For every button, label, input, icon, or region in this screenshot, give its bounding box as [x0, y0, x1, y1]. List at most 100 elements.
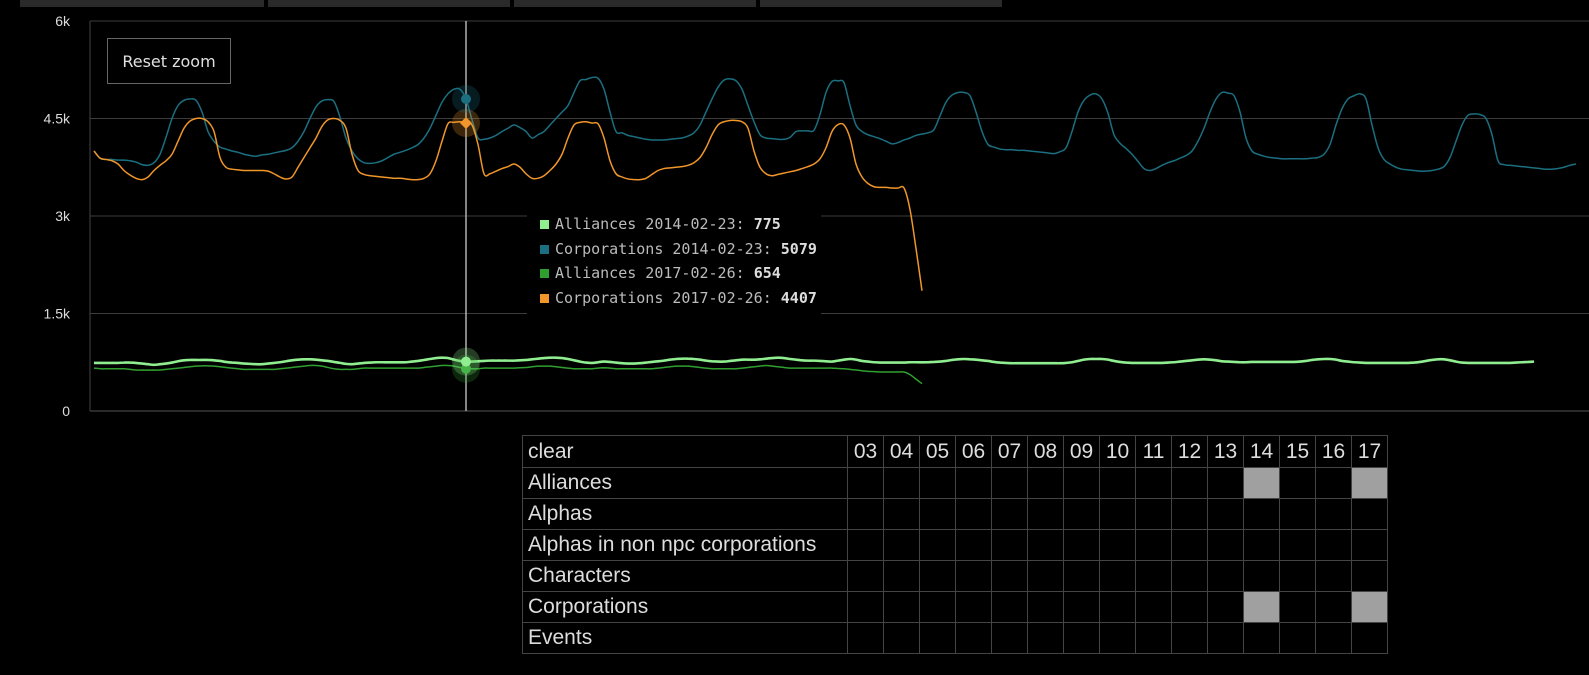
toggle-cell[interactable] — [1063, 622, 1100, 654]
toggle-cell[interactable] — [955, 467, 992, 499]
column-header-09[interactable]: 09 — [1063, 435, 1100, 468]
toggle-cell[interactable] — [1063, 498, 1100, 530]
toggle-cell[interactable] — [847, 591, 884, 623]
toggle-cell[interactable] — [955, 560, 992, 592]
toggle-cell[interactable] — [1135, 467, 1172, 499]
toggle-cell[interactable] — [919, 622, 956, 654]
toggle-cell[interactable] — [1279, 498, 1316, 530]
toggle-cell[interactable] — [1243, 622, 1280, 654]
toggle-cell[interactable] — [1351, 498, 1388, 530]
toggle-cell[interactable] — [1027, 498, 1064, 530]
toggle-cell[interactable] — [1243, 467, 1280, 499]
toggle-cell[interactable] — [1027, 560, 1064, 592]
column-header-08[interactable]: 08 — [1027, 435, 1064, 468]
toggle-cell[interactable] — [919, 498, 956, 530]
toggle-cell[interactable] — [991, 591, 1028, 623]
reset-zoom-button[interactable]: Reset zoom — [107, 38, 231, 84]
row-label[interactable]: Alphas in non npc corporations — [522, 529, 848, 561]
column-header-14[interactable]: 14 — [1243, 435, 1280, 468]
toggle-cell[interactable] — [883, 560, 920, 592]
toggle-cell[interactable] — [1027, 467, 1064, 499]
toggle-cell[interactable] — [1207, 622, 1244, 654]
row-label[interactable]: Alphas — [522, 498, 848, 530]
toggle-cell[interactable] — [991, 560, 1028, 592]
toggle-cell[interactable] — [1099, 467, 1136, 499]
toggle-cell[interactable] — [1171, 560, 1208, 592]
toggle-cell[interactable] — [883, 498, 920, 530]
column-header-05[interactable]: 05 — [919, 435, 956, 468]
toggle-cell[interactable] — [1135, 622, 1172, 654]
clear-button[interactable]: clear — [522, 435, 848, 468]
toggle-cell[interactable] — [1315, 622, 1352, 654]
toggle-cell[interactable] — [1243, 529, 1280, 561]
toggle-cell[interactable] — [883, 591, 920, 623]
toggle-cell[interactable] — [1243, 591, 1280, 623]
column-header-04[interactable]: 04 — [883, 435, 920, 468]
toggle-cell[interactable] — [1279, 591, 1316, 623]
toggle-cell[interactable] — [1063, 467, 1100, 499]
toggle-cell[interactable] — [1063, 560, 1100, 592]
toggle-cell[interactable] — [1171, 498, 1208, 530]
toggle-cell[interactable] — [919, 560, 956, 592]
toggle-cell[interactable] — [1315, 467, 1352, 499]
toggle-cell[interactable] — [1243, 498, 1280, 530]
column-header-12[interactable]: 12 — [1171, 435, 1208, 468]
series-line-1[interactable] — [93, 76, 1577, 173]
toggle-cell[interactable] — [1279, 529, 1316, 561]
toggle-cell[interactable] — [847, 467, 884, 499]
toggle-cell[interactable] — [847, 529, 884, 561]
toggle-cell[interactable] — [1315, 560, 1352, 592]
column-header-17[interactable]: 17 — [1351, 435, 1388, 468]
row-label[interactable]: Alliances — [522, 467, 848, 499]
toggle-cell[interactable] — [1351, 467, 1388, 499]
toggle-cell[interactable] — [955, 498, 992, 530]
toggle-cell[interactable] — [1027, 591, 1064, 623]
toggle-cell[interactable] — [1099, 622, 1136, 654]
column-header-07[interactable]: 07 — [991, 435, 1028, 468]
toggle-cell[interactable] — [847, 560, 884, 592]
column-header-06[interactable]: 06 — [955, 435, 992, 468]
toggle-cell[interactable] — [1135, 591, 1172, 623]
toggle-cell[interactable] — [991, 622, 1028, 654]
column-header-11[interactable]: 11 — [1135, 435, 1172, 468]
toggle-cell[interactable] — [1063, 529, 1100, 561]
toggle-cell[interactable] — [955, 591, 992, 623]
toggle-cell[interactable] — [1171, 591, 1208, 623]
row-label[interactable]: Characters — [522, 560, 848, 592]
toggle-cell[interactable] — [1315, 498, 1352, 530]
column-header-16[interactable]: 16 — [1315, 435, 1352, 468]
toggle-cell[interactable] — [1171, 529, 1208, 561]
toggle-cell[interactable] — [1351, 560, 1388, 592]
toggle-cell[interactable] — [919, 591, 956, 623]
toggle-cell[interactable] — [1099, 498, 1136, 530]
toggle-cell[interactable] — [847, 498, 884, 530]
series-line-3[interactable] — [93, 356, 1535, 367]
toggle-cell[interactable] — [1135, 529, 1172, 561]
toggle-cell[interactable] — [883, 622, 920, 654]
toggle-cell[interactable] — [847, 622, 884, 654]
column-header-15[interactable]: 15 — [1279, 435, 1316, 468]
toggle-cell[interactable] — [1207, 560, 1244, 592]
toggle-cell[interactable] — [955, 622, 992, 654]
toggle-cell[interactable] — [1351, 529, 1388, 561]
series-line-4[interactable] — [93, 364, 923, 385]
toggle-cell[interactable] — [883, 467, 920, 499]
toggle-cell[interactable] — [1279, 622, 1316, 654]
toggle-cell[interactable] — [919, 467, 956, 499]
toggle-cell[interactable] — [1351, 622, 1388, 654]
toggle-cell[interactable] — [1135, 498, 1172, 530]
row-label[interactable]: Corporations — [522, 591, 848, 623]
toggle-cell[interactable] — [991, 467, 1028, 499]
toggle-cell[interactable] — [1207, 498, 1244, 530]
toggle-cell[interactable] — [1351, 591, 1388, 623]
row-label[interactable]: Events — [522, 622, 848, 654]
toggle-cell[interactable] — [1135, 560, 1172, 592]
toggle-cell[interactable] — [883, 529, 920, 561]
toggle-cell[interactable] — [955, 529, 992, 561]
toggle-cell[interactable] — [1027, 622, 1064, 654]
toggle-cell[interactable] — [1243, 560, 1280, 592]
toggle-cell[interactable] — [1099, 591, 1136, 623]
toggle-cell[interactable] — [1063, 591, 1100, 623]
toggle-cell[interactable] — [1207, 529, 1244, 561]
toggle-cell[interactable] — [1099, 529, 1136, 561]
